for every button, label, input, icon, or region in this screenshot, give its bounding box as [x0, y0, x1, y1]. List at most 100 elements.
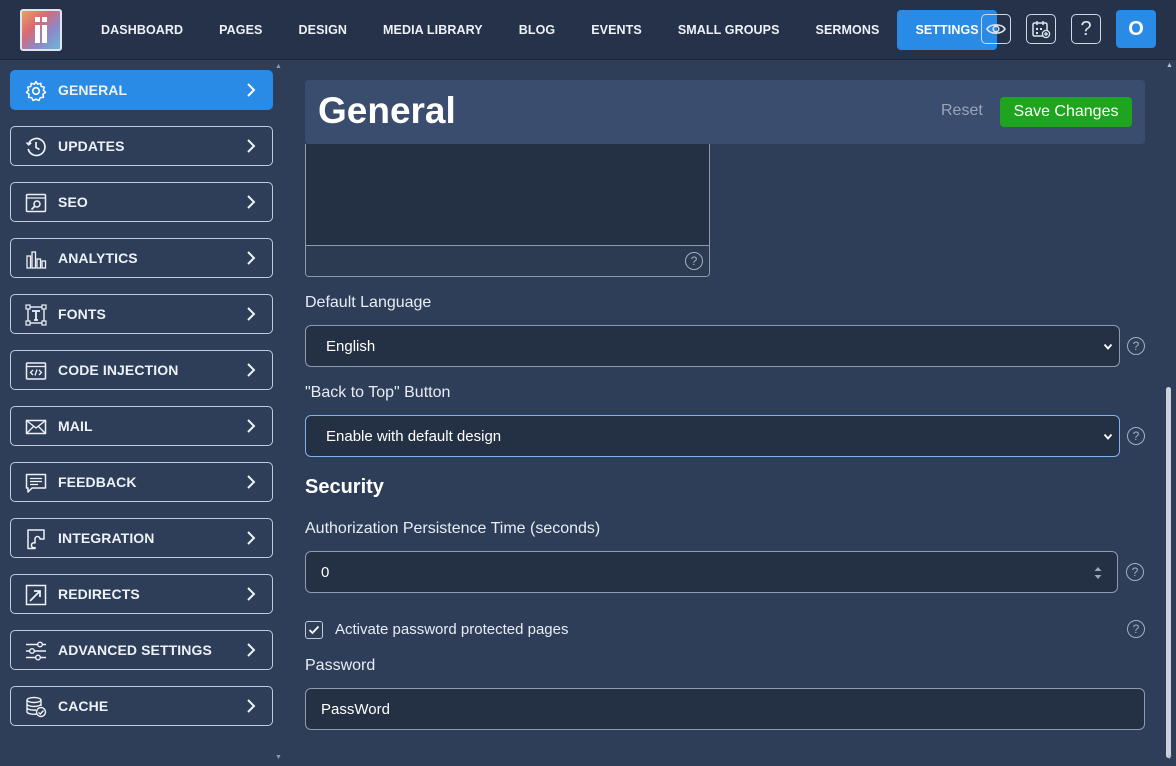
main-nav: DASHBOARD PAGES DESIGN MEDIA LIBRARY BLO… — [83, 10, 997, 50]
select-value: Enable with default design — [326, 428, 502, 445]
user-avatar[interactable]: O — [1116, 10, 1156, 48]
sidebar-item-label: ANALYTICS — [58, 250, 138, 266]
password-input[interactable]: PassWord — [305, 688, 1145, 730]
help-icon[interactable]: ? — [1127, 427, 1145, 445]
chevron-right-icon — [247, 419, 256, 433]
app-logo[interactable] — [20, 9, 62, 51]
back-to-top-label: "Back to Top" Button — [305, 384, 451, 401]
calendar-add-icon — [1032, 21, 1051, 39]
auth-persistence-input[interactable]: 0 — [305, 551, 1118, 593]
help-icon[interactable]: ? — [1127, 620, 1145, 638]
help-icon: ? — [1080, 17, 1092, 40]
main-scrollbar[interactable]: ▲ ▼ — [1163, 60, 1176, 766]
nav-small-groups[interactable]: SMALL GROUPS — [660, 10, 798, 50]
scroll-thumb[interactable] — [1166, 387, 1171, 758]
sidebar-item-general[interactable]: GENERAL — [10, 70, 273, 110]
code-icon — [25, 362, 47, 380]
sidebar-scroll-up-arrow[interactable]: ▲ — [275, 63, 282, 70]
nav-media-library[interactable]: MEDIA LIBRARY — [365, 10, 501, 50]
preview-button[interactable] — [981, 14, 1011, 44]
chevron-right-icon — [247, 587, 256, 601]
sidebar-item-seo[interactable]: SEO — [10, 182, 273, 222]
chevron-right-icon — [247, 699, 256, 713]
sidebar-item-cache[interactable]: CACHE — [10, 686, 273, 726]
gear-icon — [25, 80, 47, 102]
custom-text-area[interactable]: ? — [305, 144, 710, 277]
sidebar-scroll-down-arrow[interactable]: ▼ — [275, 754, 282, 761]
top-navigation-bar: DASHBOARD PAGES DESIGN MEDIA LIBRARY BLO… — [0, 0, 1176, 60]
add-event-button[interactable] — [1026, 14, 1056, 44]
sidebar-item-integration[interactable]: INTEGRATION — [10, 518, 273, 558]
scroll-down-arrow[interactable]: ▼ — [1166, 754, 1173, 761]
back-to-top-select[interactable]: Enable with default design — [305, 415, 1120, 457]
sidebar-item-redirects[interactable]: REDIRECTS — [10, 574, 273, 614]
integration-icon — [27, 529, 45, 550]
number-stepper-icon[interactable] — [1093, 563, 1103, 583]
password-protected-checkbox[interactable] — [305, 621, 323, 639]
default-language-select[interactable]: English — [305, 325, 1120, 367]
bar-chart-icon — [26, 251, 47, 269]
auth-persistence-label: Authorization Persistence Time (seconds) — [305, 520, 601, 537]
nav-design[interactable]: DESIGN — [281, 10, 366, 50]
default-language-label: Default Language — [305, 294, 432, 311]
checkmark-icon — [308, 625, 320, 635]
history-icon — [25, 137, 46, 157]
chevron-right-icon — [247, 83, 256, 97]
sidebar-item-label: FEEDBACK — [58, 474, 137, 490]
sidebar-item-label: MAIL — [58, 418, 93, 434]
nav-pages[interactable]: PAGES — [201, 10, 280, 50]
chevron-down-icon — [1103, 343, 1113, 350]
settings-header: General Reset Save Changes — [305, 80, 1145, 144]
eye-icon — [986, 24, 1006, 34]
sidebar-item-label: CODE INJECTION — [58, 362, 179, 378]
sidebar-item-updates[interactable]: UPDATES — [10, 126, 273, 166]
page-title: General — [318, 90, 456, 131]
input-value: 0 — [321, 564, 330, 581]
scroll-up-arrow[interactable]: ▲ — [1166, 62, 1173, 69]
sidebar-item-label: ADVANCED SETTINGS — [58, 642, 212, 658]
chevron-right-icon — [247, 363, 256, 377]
nav-sermons[interactable]: SERMONS — [798, 10, 898, 50]
nav-blog[interactable]: BLOG — [501, 10, 574, 50]
sidebar-item-advanced-settings[interactable]: ADVANCED SETTINGS — [10, 630, 273, 670]
feedback-icon — [25, 473, 47, 493]
chevron-right-icon — [247, 195, 256, 209]
sidebar-item-feedback[interactable]: FEEDBACK — [10, 462, 273, 502]
password-label: Password — [305, 657, 376, 674]
sidebar-item-analytics[interactable]: ANALYTICS — [10, 238, 273, 278]
password-protected-label: Activate password protected pages — [335, 621, 569, 638]
nav-dashboard[interactable]: DASHBOARD — [83, 10, 201, 50]
security-section-title: Security — [305, 476, 384, 498]
input-value: PassWord — [321, 701, 390, 718]
chevron-right-icon — [247, 251, 256, 265]
chevron-right-icon — [247, 139, 256, 153]
logo-glyph — [33, 17, 49, 43]
textarea-footer: ? — [306, 245, 709, 276]
sidebar-item-label: INTEGRATION — [58, 530, 155, 546]
redirect-icon — [25, 584, 47, 606]
help-icon[interactable]: ? — [685, 252, 703, 270]
chevron-right-icon — [247, 531, 256, 545]
sidebar-item-label: GENERAL — [58, 82, 128, 98]
help-button[interactable]: ? — [1071, 14, 1101, 44]
sidebar-item-label: CACHE — [58, 698, 109, 714]
chevron-down-icon — [1103, 433, 1113, 440]
sidebar-item-code-injection[interactable]: CODE INJECTION — [10, 350, 273, 390]
seo-search-icon — [25, 193, 47, 213]
save-changes-button[interactable]: Save Changes — [1000, 97, 1132, 127]
help-icon[interactable]: ? — [1126, 563, 1144, 581]
chevron-right-icon — [247, 643, 256, 657]
help-icon[interactable]: ? — [1127, 337, 1145, 355]
reset-button[interactable]: Reset — [941, 102, 983, 120]
sidebar-item-label: SEO — [58, 194, 88, 210]
sidebar-item-mail[interactable]: MAIL — [10, 406, 273, 446]
nav-events[interactable]: EVENTS — [573, 10, 660, 50]
select-value: English — [326, 338, 376, 355]
sidebar-item-label: UPDATES — [58, 138, 125, 154]
mail-icon — [25, 419, 47, 435]
database-icon — [26, 696, 47, 718]
sidebar-item-label: FONTS — [58, 306, 106, 322]
chevron-right-icon — [247, 307, 256, 321]
sidebar-item-label: REDIRECTS — [58, 586, 140, 602]
sidebar-item-fonts[interactable]: FONTS — [10, 294, 273, 334]
